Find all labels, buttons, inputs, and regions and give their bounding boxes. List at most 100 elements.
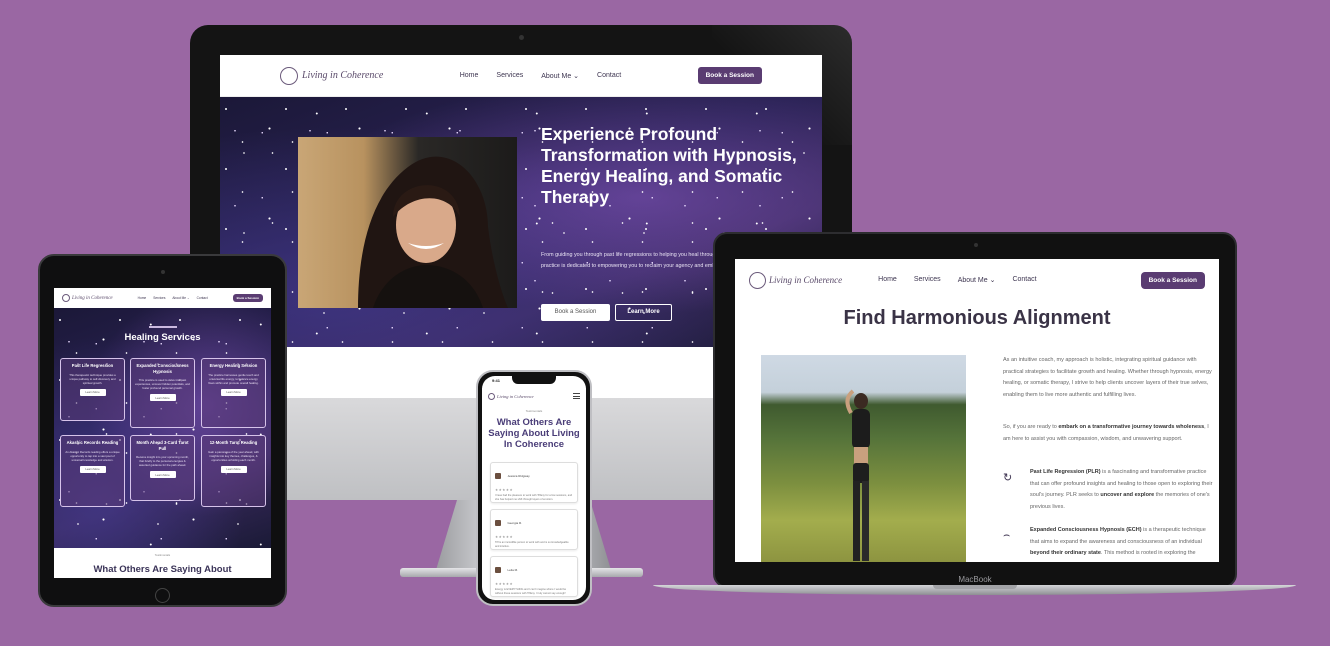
hero-learn-more-button[interactable]: Learn More xyxy=(615,304,672,321)
service-card: Month Ahead 3-Card Tarot Pull Receive in… xyxy=(130,435,195,501)
phone-logo[interactable]: Living in Coherence xyxy=(488,392,534,400)
service-learn-more-button[interactable]: Learn More xyxy=(79,388,106,396)
section-divider xyxy=(149,326,177,328)
laptop-nav-links: Home Services About Me ⌄ Contact xyxy=(878,276,1036,284)
tablet-nav-about[interactable]: About Me ⌄ xyxy=(172,296,189,300)
site-logo[interactable]: Living in Coherence xyxy=(280,66,384,85)
tablet-nav-services[interactable]: Services xyxy=(153,296,165,300)
ech-text: Expanded Consciousness Hypnosis (ECH) is… xyxy=(1030,525,1213,562)
service-card-body: An Akashic Records reading offers a uniq… xyxy=(65,449,120,462)
laptop-book-button[interactable]: Book a Session xyxy=(1140,271,1205,289)
star-rating: ★★★★★ xyxy=(495,535,514,539)
plr-feature: ↻ Past Life Regression (PLR) is a fascin… xyxy=(1003,467,1213,513)
hiker-figure xyxy=(845,389,870,561)
nav-home[interactable]: Home xyxy=(460,72,479,80)
ech-feature: ⌢ Expanded Consciousness Hypnosis (ECH) … xyxy=(1003,525,1213,562)
plr-body-bold: uncover and explore xyxy=(1100,492,1155,498)
phone-nav: Living in Coherence xyxy=(482,388,586,404)
phone-testimonials-title: What Others Are Saying About Living In C… xyxy=(488,417,580,450)
alignment-title: Find Harmonious Alignment xyxy=(843,307,1111,329)
star-rating: ★★★★★ xyxy=(495,582,514,586)
macbook-screen: Living in Coherence Home Services About … xyxy=(735,259,1219,562)
plr-text: Past Life Regression (PLR) is a fascinat… xyxy=(1030,467,1213,513)
hero-portrait-image xyxy=(298,137,517,308)
tablet-nav: Living in Coherence Home Services About … xyxy=(54,288,271,308)
service-card-body: This practice is used to delve into past… xyxy=(135,378,190,390)
iphone-notch xyxy=(512,376,556,384)
book-session-button[interactable]: Book a Session xyxy=(697,67,762,84)
lotus-logo-icon xyxy=(749,271,766,289)
service-learn-more-button[interactable]: Learn More xyxy=(149,471,176,478)
laptop-logo-text: Living in Coherence xyxy=(769,275,843,285)
intro-paragraph: As an intuitive coach, my approach is ho… xyxy=(1003,357,1212,398)
star-rating: ★★★★★ xyxy=(495,488,514,492)
laptop-nav-about[interactable]: About Me ⌄ xyxy=(958,276,996,284)
laptop-nav-home[interactable]: Home xyxy=(878,276,897,284)
ech-title: Expanded Consciousness Hypnosis (ECH) xyxy=(1030,527,1142,533)
nav-contact[interactable]: Contact xyxy=(597,72,621,80)
service-card: Expanded Consciousness Hypnosis This pra… xyxy=(130,358,195,428)
ipad-screen: Living in Coherence Home Services About … xyxy=(54,288,271,578)
tablet-logo[interactable]: Living in Coherence xyxy=(62,294,113,302)
tablet-testimonials-title: What Others Are Saying About xyxy=(93,564,232,575)
nav-services[interactable]: Services xyxy=(496,72,523,80)
spiral-icon: ↻ xyxy=(1003,472,1013,484)
tablet-nav-home[interactable]: Home xyxy=(138,296,147,300)
phone-logo-text: Living in Coherence xyxy=(497,393,534,399)
macbook-camera xyxy=(974,243,978,247)
macbook-label: MacBook xyxy=(958,575,992,584)
service-card: Energy Healing Session The practice harn… xyxy=(201,358,266,428)
services-title: Healing Services xyxy=(124,332,201,343)
tablet-nav-contact[interactable]: Contact xyxy=(197,296,208,300)
service-card-body: The practice harnesses gentle touch and … xyxy=(208,372,259,385)
macbook-mockup: Living in Coherence Home Services About … xyxy=(713,232,1237,588)
hiker-photo xyxy=(761,355,966,562)
service-learn-more-button[interactable]: Learn More xyxy=(220,465,247,473)
journey-paragraph: So, if you are ready to embark on a tran… xyxy=(1003,422,1213,445)
ipad-mockup: Living in Coherence Home Services About … xyxy=(38,254,287,607)
service-learn-more-button[interactable]: Learn More xyxy=(149,394,176,401)
ipad-camera xyxy=(161,270,165,274)
laptop-nav-right: Home Services About Me ⌄ Contact Book a … xyxy=(878,271,1205,289)
iphone-mockup: 9:41 Living in Coherence Testimonials Wh… xyxy=(476,370,592,606)
reviewer-avatar xyxy=(495,566,501,573)
laptop-nav-contact[interactable]: Contact xyxy=(1012,276,1036,284)
imac-camera xyxy=(519,35,524,40)
review-card: Leila M. ★★★★★ Energy is EVERYTHING and … xyxy=(490,556,578,597)
service-card-title: Akashic Records Reading xyxy=(66,440,119,445)
service-card-body: Gain a panorama of the year ahead, with … xyxy=(208,449,259,462)
phone-testimonials-eyebrow: Testimonials xyxy=(525,409,543,413)
review-card: Georgia R. ★★★★★ Tiff is an incredible p… xyxy=(490,509,578,550)
hero-book-button[interactable]: Book a Session xyxy=(541,304,610,321)
macbook-notch xyxy=(933,585,1017,589)
hamburger-menu-icon[interactable] xyxy=(573,393,580,399)
logo-text: Living in Coherence xyxy=(302,70,384,81)
iphone-screen: 9:41 Living in Coherence Testimonials Wh… xyxy=(482,376,586,600)
reviewer-avatar xyxy=(495,519,501,526)
review-card: Jessica Ridgway ★★★★★ I have had the ple… xyxy=(490,462,578,503)
hero-title: Experience Profound Transformation with … xyxy=(541,124,797,207)
laptop-logo[interactable]: Living in Coherence xyxy=(749,271,843,289)
service-learn-more-button[interactable]: Learn More xyxy=(79,465,106,473)
service-card: 12-Month Tarot Reading Gain a panorama o… xyxy=(201,435,266,507)
tablet-nav-links: Home Services About Me ⌄ Contact xyxy=(138,296,208,300)
reviewer-name: Leila M. xyxy=(507,567,518,572)
service-card-title: Energy Healing Session xyxy=(209,363,258,368)
service-card: Akashic Records Reading An Akashic Recor… xyxy=(60,435,125,507)
review-text: Tiff is an incredible person to work wit… xyxy=(495,541,569,548)
review-text: Energy is EVERYTHING and I can't imagine… xyxy=(495,588,567,595)
lotus-logo-icon xyxy=(280,66,298,85)
review-text: I have had the pleasure to work with Tif… xyxy=(495,494,573,501)
nav-about[interactable]: About Me ⌄ xyxy=(541,72,579,80)
reviewer-name: Georgia R. xyxy=(507,520,522,525)
portrait-illustration xyxy=(358,156,508,308)
service-card-body: Receive insight into your upcoming month… xyxy=(136,455,189,467)
journey-text-bold: embark on a transformative journey towar… xyxy=(1058,424,1205,430)
ipad-home-button xyxy=(155,588,170,603)
service-learn-more-button[interactable]: Learn More xyxy=(220,388,247,396)
tablet-logo-text: Living in Coherence xyxy=(72,295,113,301)
service-card: Past Life Regression This therapeutic te… xyxy=(60,358,125,421)
laptop-nav-services[interactable]: Services xyxy=(914,276,941,284)
tablet-book-button[interactable]: Book a Session xyxy=(232,294,263,302)
healing-services-section: Healing Services Past Life Regression Th… xyxy=(54,308,271,548)
